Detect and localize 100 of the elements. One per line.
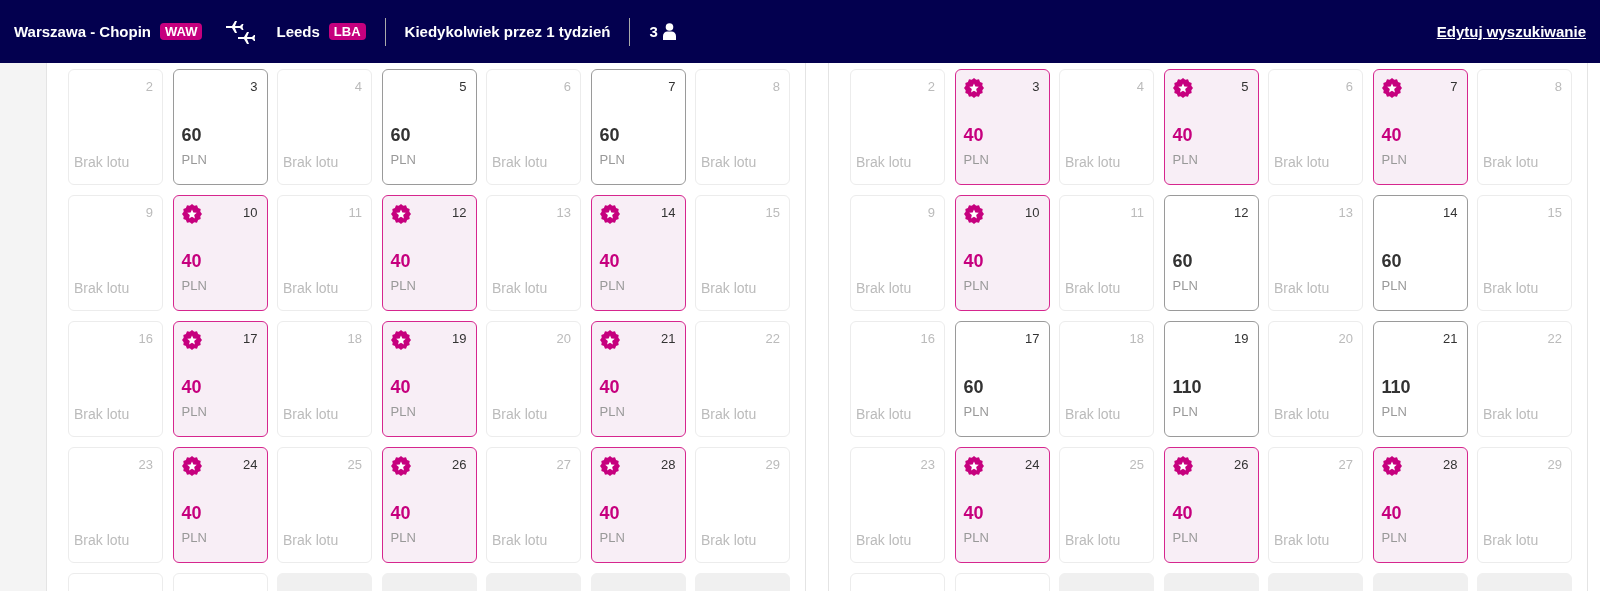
currency: PLN bbox=[1381, 152, 1407, 167]
day-number: 13 bbox=[556, 205, 571, 220]
edit-search-link[interactable]: Edytuj wyszukiwanie bbox=[1436, 23, 1586, 40]
no-flight-label: Brak lotu bbox=[283, 406, 339, 422]
no-flight-label: Brak lotu bbox=[283, 154, 339, 170]
day-number: 5 bbox=[1241, 79, 1249, 94]
deal-day-cell[interactable]: 10 40 PLN bbox=[172, 195, 268, 311]
day-number: 17 bbox=[1025, 331, 1040, 346]
currency: PLN bbox=[181, 278, 207, 293]
deal-day-cell[interactable]: 5 40 PLN bbox=[1163, 69, 1259, 185]
currency: PLN bbox=[181, 530, 207, 545]
day-number: 27 bbox=[1338, 457, 1353, 472]
star-badge-icon bbox=[1381, 78, 1402, 98]
no-flight-label: Brak lotu bbox=[492, 154, 548, 170]
day-number: 14 bbox=[661, 205, 676, 220]
currency: PLN bbox=[963, 404, 989, 419]
star-badge-icon bbox=[181, 204, 202, 224]
deal-day-cell[interactable]: 17 40 PLN bbox=[172, 321, 268, 437]
currency: PLN bbox=[390, 404, 416, 419]
price-amount: 40 bbox=[1172, 503, 1193, 524]
price-amount: 40 bbox=[181, 377, 202, 398]
day-number: 16 bbox=[920, 331, 935, 346]
currency: PLN bbox=[599, 530, 625, 545]
deal-day-cell[interactable]: 19 40 PLN bbox=[381, 321, 477, 437]
day-number: 21 bbox=[1443, 331, 1458, 346]
deal-day-cell[interactable]: 26 40 PLN bbox=[381, 447, 477, 563]
star-badge-icon bbox=[963, 456, 984, 476]
day-cell[interactable]: 3 60 PLN bbox=[172, 69, 268, 185]
day-number: 9 bbox=[927, 205, 935, 220]
day-number: 12 bbox=[1234, 205, 1249, 220]
day-number: 23 bbox=[138, 457, 153, 472]
day-number: 22 bbox=[1547, 331, 1562, 346]
deal-day-cell[interactable]: 28 40 PLN bbox=[1372, 447, 1468, 563]
price-amount: 110 bbox=[1172, 377, 1202, 398]
price-amount: 40 bbox=[390, 503, 411, 524]
deal-day-cell[interactable]: 7 40 PLN bbox=[1372, 69, 1468, 185]
price-amount: 60 bbox=[963, 377, 984, 398]
no-flight-label: Brak lotu bbox=[701, 154, 757, 170]
day-number: 13 bbox=[1338, 205, 1353, 220]
deal-day-cell[interactable]: 14 40 PLN bbox=[590, 195, 686, 311]
star-badge-icon bbox=[181, 456, 202, 476]
airport-code-badge: WAW bbox=[159, 23, 203, 40]
no-flight-label: Brak lotu bbox=[1274, 280, 1330, 296]
day-cell[interactable]: 5 60 PLN bbox=[381, 69, 477, 185]
day-cell[interactable]: 12 60 PLN bbox=[1163, 195, 1259, 311]
price-amount: 60 bbox=[181, 125, 202, 146]
price-amount: 110 bbox=[1381, 377, 1411, 398]
day-cell[interactable]: 21 110 PLN bbox=[1372, 321, 1468, 437]
day-number: 10 bbox=[243, 205, 258, 220]
deal-day-cell[interactable]: 10 40 PLN bbox=[954, 195, 1050, 311]
airport-code-badge: LBA bbox=[328, 23, 366, 40]
price-amount: 60 bbox=[390, 125, 411, 146]
no-flight-label: Brak lotu bbox=[74, 532, 130, 548]
day-number: 20 bbox=[556, 331, 571, 346]
day-number: 8 bbox=[772, 79, 780, 94]
price-amount: 40 bbox=[599, 251, 620, 272]
day-number: 17 bbox=[243, 331, 258, 346]
no-flight-label: Brak lotu bbox=[283, 532, 339, 548]
no-flight-label: Brak lotu bbox=[74, 280, 130, 296]
day-number: 16 bbox=[138, 331, 153, 346]
deal-day-cell[interactable]: 28 40 PLN bbox=[590, 447, 686, 563]
price-amount: 40 bbox=[963, 251, 984, 272]
no-flight-label: Brak lotu bbox=[1483, 532, 1539, 548]
price-amount: 40 bbox=[390, 377, 411, 398]
day-number: 15 bbox=[765, 205, 780, 220]
deal-day-cell[interactable]: 26 40 PLN bbox=[1163, 447, 1259, 563]
no-flight-label: Brak lotu bbox=[701, 406, 757, 422]
day-number: 14 bbox=[1443, 205, 1458, 220]
price-amount: 40 bbox=[1172, 125, 1193, 146]
day-cell[interactable]: 7 60 PLN bbox=[590, 69, 686, 185]
deal-day-cell[interactable]: 24 40 PLN bbox=[954, 447, 1050, 563]
day-number: 15 bbox=[1547, 205, 1562, 220]
day-cell[interactable]: 19 110 PLN bbox=[1163, 321, 1259, 437]
day-number: 12 bbox=[452, 205, 467, 220]
day-number: 5 bbox=[459, 79, 467, 94]
day-number: 18 bbox=[347, 331, 362, 346]
deal-day-cell[interactable]: 21 40 PLN bbox=[590, 321, 686, 437]
currency: PLN bbox=[1381, 278, 1407, 293]
no-flight-label: Brak lotu bbox=[1274, 406, 1330, 422]
deal-day-cell[interactable]: 12 40 PLN bbox=[381, 195, 477, 311]
currency: PLN bbox=[390, 152, 416, 167]
no-flight-label: Brak lotu bbox=[492, 406, 548, 422]
price-amount: 40 bbox=[963, 503, 984, 524]
no-flight-label: Brak lotu bbox=[492, 280, 548, 296]
currency: PLN bbox=[1381, 530, 1407, 545]
star-badge-icon bbox=[390, 456, 411, 476]
day-number: 2 bbox=[927, 79, 935, 94]
price-amount: 40 bbox=[181, 251, 202, 272]
day-number: 10 bbox=[1025, 205, 1040, 220]
price-amount: 40 bbox=[390, 251, 411, 272]
price-amount: 40 bbox=[181, 503, 202, 524]
deal-day-cell[interactable]: 24 40 PLN bbox=[172, 447, 268, 563]
no-flight-label: Brak lotu bbox=[856, 154, 912, 170]
day-number: 20 bbox=[1338, 331, 1353, 346]
no-flight-label: Brak lotu bbox=[1274, 532, 1330, 548]
day-number: 25 bbox=[1129, 457, 1144, 472]
no-flight-label: Brak lotu bbox=[1065, 532, 1121, 548]
day-cell[interactable]: 14 60 PLN bbox=[1372, 195, 1468, 311]
day-cell[interactable]: 17 60 PLN bbox=[954, 321, 1050, 437]
deal-day-cell[interactable]: 3 40 PLN bbox=[954, 69, 1050, 185]
